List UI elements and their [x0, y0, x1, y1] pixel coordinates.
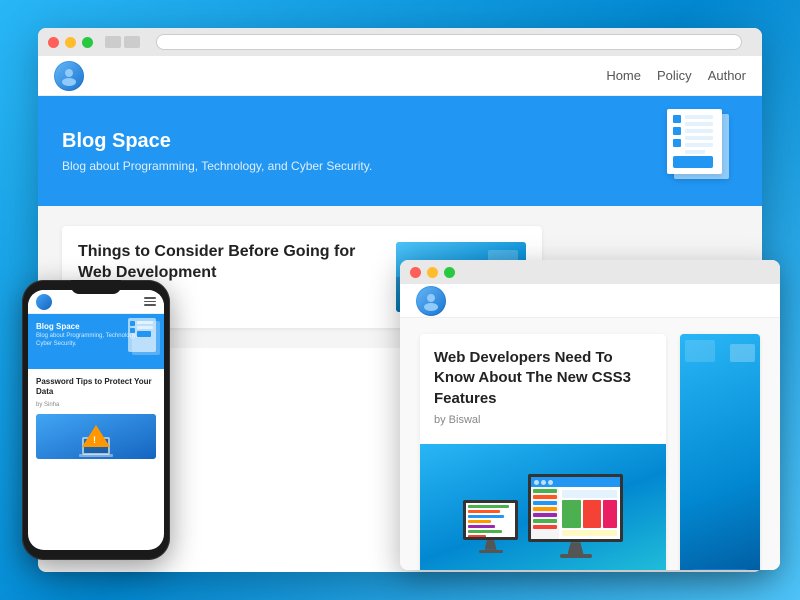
side-image-card: SEE PROJECTS	[680, 334, 760, 570]
maximize-dot[interactable]	[82, 37, 93, 48]
avatar-image	[55, 62, 83, 90]
nav-author[interactable]: Author	[708, 68, 746, 83]
phone-card-author: by Sinha	[36, 402, 156, 408]
second-card-title: Web Developers Need To Know About The Ne…	[434, 348, 652, 409]
second-browser-window: Web Developers Need To Know About The Ne…	[400, 260, 780, 570]
second-card-author: by Biswal	[434, 414, 652, 426]
big-monitor	[528, 474, 623, 558]
navigation-icons	[105, 36, 140, 48]
small-monitor	[463, 500, 518, 553]
hero-title: Blog Space	[62, 130, 372, 153]
phone-frame: Blog Space Blog about Programming, Techn…	[22, 280, 170, 560]
hamburger-icon	[144, 297, 156, 306]
phone-screen: Blog Space Blog about Programming, Techn…	[28, 290, 164, 550]
address-bar[interactable]	[156, 34, 742, 50]
back-icon[interactable]	[105, 36, 121, 48]
hero-subtitle: Blog about Programming, Technology, and …	[62, 159, 372, 173]
nav-home[interactable]: Home	[606, 68, 641, 83]
second-minimize-dot[interactable]	[427, 267, 438, 278]
hero-graphic	[662, 104, 732, 179]
phone-hero: Blog Space Blog about Programming, Techn…	[28, 314, 164, 369]
second-avatar	[416, 286, 446, 316]
avatar	[54, 61, 84, 91]
doc-main	[667, 109, 722, 174]
forward-icon[interactable]	[124, 36, 140, 48]
second-browser-titlebar	[400, 260, 780, 284]
second-card-body: Web Developers Need To Know About The Ne…	[420, 334, 666, 444]
second-content: Web Developers Need To Know About The Ne…	[400, 318, 780, 570]
site-navbar: Home Policy Author	[38, 56, 762, 96]
phone-mockup: Blog Space Blog about Programming, Techn…	[22, 280, 170, 560]
second-browser-nav	[400, 284, 780, 318]
second-avatar-image	[417, 287, 445, 315]
hero-text: Blog Space Blog about Programming, Techn…	[62, 130, 372, 173]
nav-policy[interactable]: Policy	[657, 68, 692, 83]
phone-notch	[71, 280, 121, 294]
minimize-dot[interactable]	[65, 37, 76, 48]
close-dot[interactable]	[48, 37, 59, 48]
phone-card-title: Password Tips to Protect Your Data	[36, 377, 156, 398]
second-blog-card: Web Developers Need To Know About The Ne…	[420, 334, 666, 570]
browser-titlebar	[38, 28, 762, 56]
phone-blog-card: Password Tips to Protect Your Data by Si…	[28, 369, 164, 467]
nav-links: Home Policy Author	[606, 68, 746, 83]
hero-section: Blog Space Blog about Programming, Techn…	[38, 96, 762, 206]
second-maximize-dot[interactable]	[444, 267, 455, 278]
css3-illustration	[420, 444, 666, 570]
phone-avatar	[36, 294, 52, 310]
phone-card-image: !	[36, 414, 156, 459]
second-close-dot[interactable]	[410, 267, 421, 278]
blog-card-title: Things to Consider Before Going for Web …	[78, 242, 380, 284]
